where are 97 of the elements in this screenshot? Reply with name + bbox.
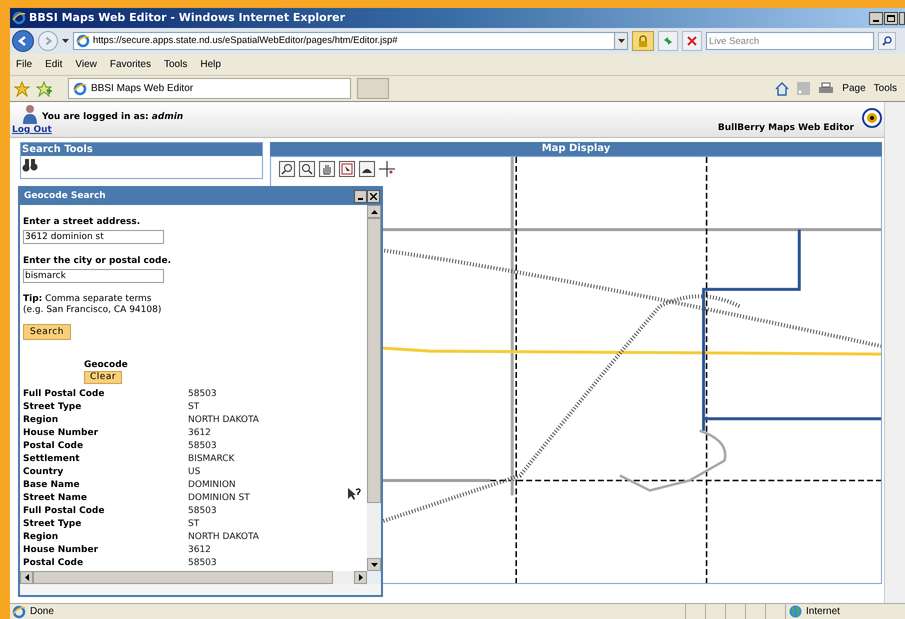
zoom-out-icon[interactable] [299,161,315,177]
right-arrow-icon[interactable] [358,574,362,581]
result-value: US [188,466,200,479]
stop-icon [687,36,697,46]
minimize-button[interactable] [869,12,883,24]
result-label: Postal Code [23,556,84,570]
field-label: Enter the city or postal code. [23,256,172,266]
panel-title: Search Tools [21,143,262,156]
page-icon [73,82,87,96]
minimize-button[interactable] [354,190,367,203]
dropdown-icon[interactable] [62,39,69,43]
page-icon [76,34,90,48]
back-button[interactable] [12,30,34,52]
result-value: NORTH DAKOTA [188,414,259,427]
crosshair-icon[interactable] [379,161,395,177]
close-icon [370,193,377,200]
result-value: NORTH DAKOTA [188,530,259,544]
clear-button[interactable]: Clear [84,371,122,384]
result-label: Region [23,530,60,544]
star-icon[interactable] [14,80,30,96]
logout-link[interactable]: Log Out [12,124,184,138]
globe-icon [789,605,802,618]
field-label: Enter a street address. [23,217,142,228]
binoculars-icon[interactable] [22,158,38,172]
result-value: DOMINION ST [188,492,250,505]
input-field[interactable]: bismarck [23,268,164,282]
page-scrollbar[interactable] [884,102,905,603]
result-value: ST [188,518,200,531]
stop-button[interactable] [682,31,702,51]
search-field[interactable]: Live Search [706,32,874,50]
select-icon[interactable] [339,161,355,177]
panel-title: Map Display [270,142,882,156]
printer-icon[interactable] [818,82,834,96]
scrollbar-thumb[interactable] [367,218,381,503]
menu-item[interactable]: Help [200,57,221,72]
command-menu[interactable]: Page [842,81,866,96]
address-field[interactable]: https://secure.apps.state.nd.us/eSpatialWebEditor/pages/htm/Editor.jsp# [73,32,628,50]
browser-icon [12,11,26,25]
status-text: Done [30,605,54,619]
result-label: Full Postal Code [23,504,106,518]
user-icon [22,104,38,124]
result-label: Street Type [23,518,82,531]
menu-item[interactable]: File [16,57,32,72]
result-label: Base Name [23,478,81,492]
result-value: 58503 [188,504,217,518]
menu-item[interactable]: Favorites [110,57,151,72]
vertical-scrollbar[interactable] [367,205,381,571]
home-icon[interactable] [775,82,790,96]
app-name: BullBerry Maps Web Editor [718,122,854,135]
logo-icon [862,108,882,128]
result-label: Full Postal Code [23,388,106,401]
input-field[interactable]: 3612 dominion st [23,230,164,244]
help-cursor-icon [347,487,361,501]
geocode-label: Geocode [84,360,128,371]
result-label: Street Type [23,400,82,414]
maximize-button[interactable] [884,12,898,24]
panel-title: Geocode Search [24,190,106,203]
login-text: You are logged in as: admin [42,110,184,124]
result-label: Country [23,466,64,479]
refresh-button[interactable] [658,31,678,51]
search-button[interactable] [878,32,896,50]
result-label: House Number [23,426,100,440]
result-label: Street Name [23,492,88,505]
result-label: Settlement [23,452,81,466]
search-button[interactable]: Search [23,324,71,340]
page-icon [12,604,26,618]
refresh-icon [662,35,674,47]
result-value: 3612 [188,426,211,440]
result-label: House Number [23,544,100,557]
menu-item[interactable]: Tools [164,57,188,72]
menu-item[interactable]: Edit [45,57,62,72]
zone-text: Internet [806,605,840,619]
browser-tab[interactable]: BBSI Maps Web Editor [68,78,351,99]
down-arrow-icon[interactable] [370,562,378,566]
result-label: Postal Code [23,440,84,453]
menu-item[interactable]: View [75,57,97,72]
left-arrow-icon[interactable] [24,574,28,581]
tip-example: (e.g. San Francisco, CA 94108) [23,305,162,316]
result-value: ST [188,400,200,414]
window-title: BBSI Maps Web Editor - Windows Internet Explorer [29,10,346,26]
up-arrow-icon[interactable] [370,210,378,214]
result-label: Region [23,414,60,427]
result-value: 58503 [188,556,217,570]
zoom-in-icon[interactable] [279,161,295,177]
result-value: BISMARCK [188,452,234,466]
tip-text: Tip: Comma separate terms [23,294,152,305]
result-value: 3612 [188,544,211,557]
dropdown-icon[interactable] [614,33,627,49]
command-menu[interactable]: Tools [874,81,897,96]
lock-icon[interactable] [632,31,654,51]
search-icon [882,36,892,46]
hand-icon[interactable] [319,161,335,177]
result-value: DOMINION [188,478,236,492]
add-favorite-icon[interactable] [36,80,52,96]
measure-icon[interactable] [359,161,375,177]
result-value: 58503 [188,388,217,401]
result-value: 58503 [188,440,217,453]
